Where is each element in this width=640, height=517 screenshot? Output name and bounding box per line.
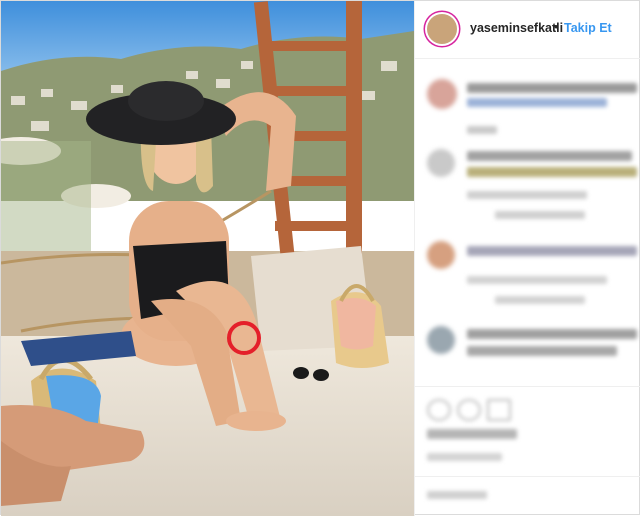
obscured-comment: [467, 246, 637, 256]
obscured-comment: [467, 346, 617, 356]
obscured-comment: [467, 151, 632, 161]
username-link[interactable]: yaseminsefkatli: [470, 21, 563, 35]
obscured-meta: [495, 211, 585, 219]
avatar[interactable]: [427, 14, 457, 44]
comment-icon[interactable]: [457, 399, 481, 421]
comment-avatar: [427, 79, 457, 109]
comment-input-area[interactable]: [415, 476, 640, 517]
comment-avatar: [427, 326, 455, 354]
obscured-comment: [467, 167, 637, 177]
photo-illustration: [1, 1, 414, 516]
action-bar: [415, 386, 640, 447]
obscured-likes: [427, 429, 517, 439]
comment-avatar: [427, 241, 455, 269]
heart-icon[interactable]: [427, 399, 451, 421]
obscured-date: [427, 453, 502, 461]
obscured-input: [427, 491, 487, 499]
follow-button[interactable]: Takip Et: [564, 21, 612, 35]
post-sidebar: yaseminsefkatli • Takip Et: [414, 1, 640, 516]
separator-dot: •: [554, 20, 559, 34]
obscured-meta: [467, 126, 497, 134]
post-photo[interactable]: [1, 1, 414, 516]
obscured-caption: [467, 98, 607, 107]
post-frame: yaseminsefkatli • Takip Et: [0, 0, 640, 516]
obscured-comment: [467, 329, 637, 339]
obscured-meta: [495, 296, 585, 304]
obscured-meta: [467, 276, 607, 284]
comment-avatar: [427, 149, 455, 177]
obscured-meta: [467, 191, 587, 199]
post-header: yaseminsefkatli • Takip Et: [415, 1, 640, 59]
share-icon[interactable]: [487, 399, 511, 421]
obscured-caption: [467, 83, 637, 93]
